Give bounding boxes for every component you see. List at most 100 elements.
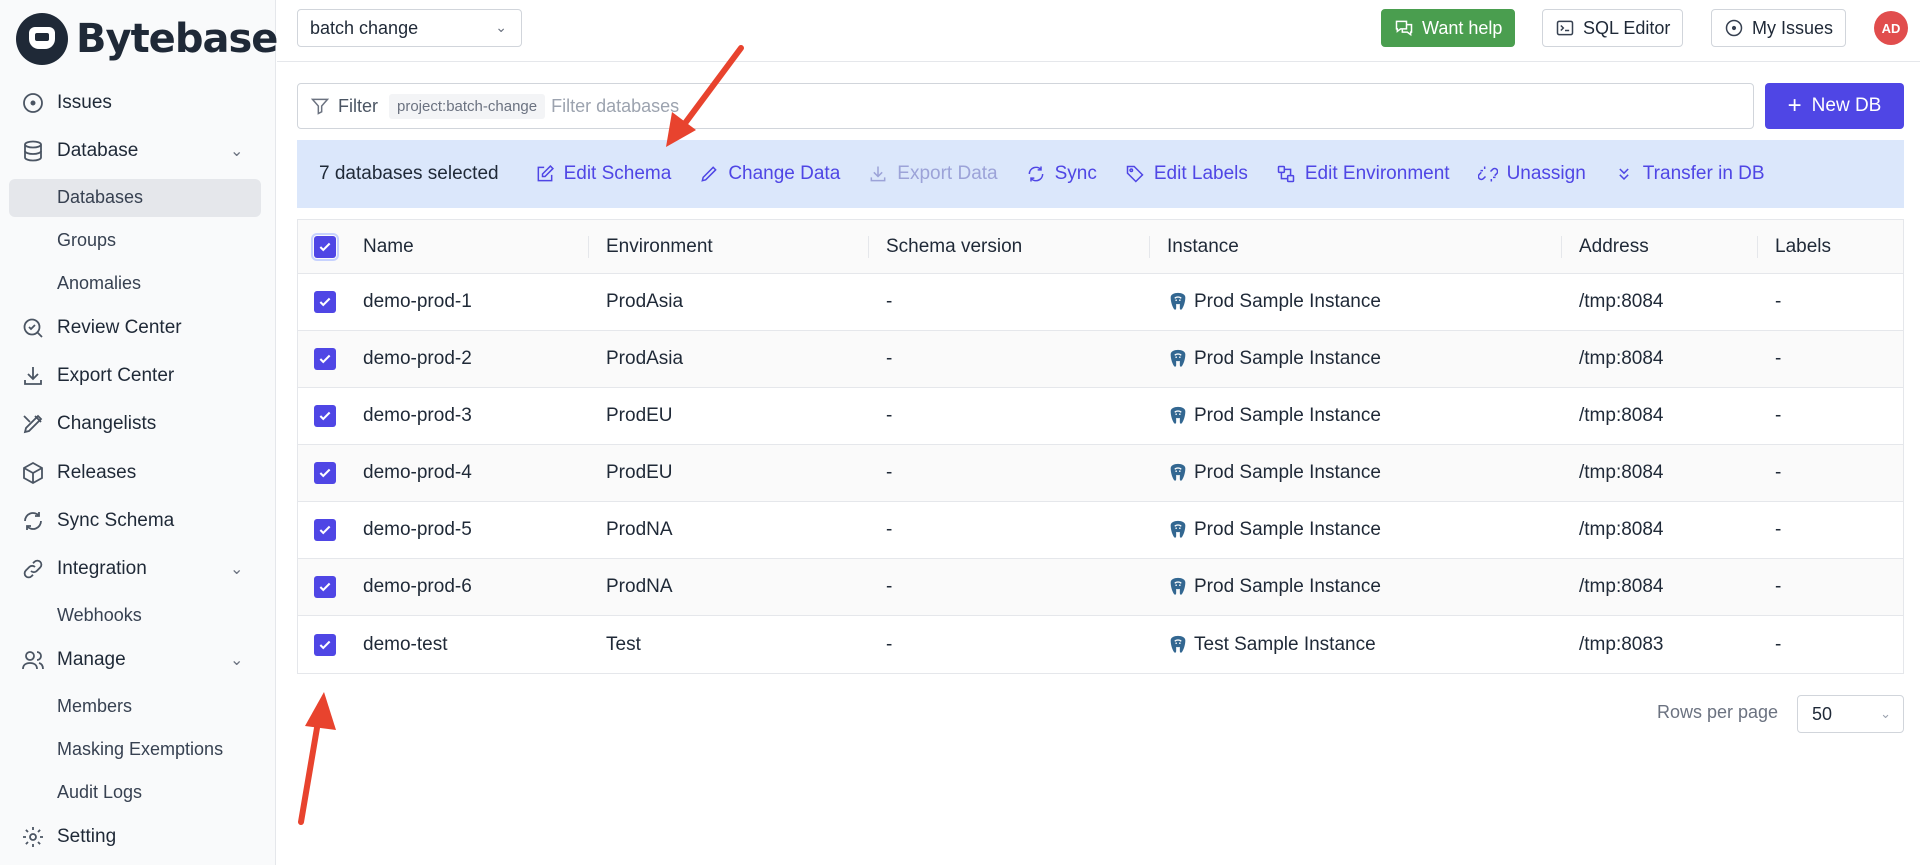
filter-label: Filter	[338, 95, 378, 116]
checkbox[interactable]	[314, 633, 336, 656]
edit-labels-button[interactable]: Edit Labels	[1125, 163, 1248, 185]
cell-address-text: /tmp:8084	[1579, 576, 1664, 597]
sidebar-item-masking-exemptions[interactable]: Masking Exemptions	[57, 735, 223, 763]
chevron-down-icon[interactable]: ⌄	[230, 559, 243, 579]
sidebar-item-sync-schema[interactable]: Sync Schema	[20, 506, 174, 536]
cell-instance[interactable]: Prod Sample Instance	[1167, 445, 1381, 501]
my-issues-button[interactable]: My Issues	[1711, 9, 1847, 47]
cell-name[interactable]: demo-prod-4	[363, 445, 472, 501]
chevron-down-icon[interactable]: ⌄	[230, 141, 243, 161]
sidebar-item-audit-logs[interactable]: Audit Logs	[57, 778, 142, 806]
cell-instance[interactable]: Prod Sample Instance	[1167, 559, 1381, 615]
bytebase-logo[interactable]: Bytebase	[16, 12, 278, 66]
sidebar-item-changelists[interactable]: Changelists	[20, 409, 156, 439]
cell-address: /tmp:8083	[1579, 616, 1664, 673]
unassign-label: Unassign	[1506, 163, 1586, 184]
sync-button[interactable]: Sync	[1026, 163, 1097, 185]
table-row[interactable]: demo-prod-3 ProdEU - Prod Sample Instance/t…	[298, 388, 1903, 445]
table-row[interactable]: demo-prod-2 ProdAsia - Prod Sample Instance…	[298, 331, 1903, 388]
cell-labels-text: -	[1775, 519, 1782, 540]
logo-icon	[16, 13, 68, 65]
column-header-environment[interactable]: Environment	[588, 220, 713, 273]
rows-per-page-select[interactable]: 50 ⌄	[1797, 695, 1904, 733]
row-checkbox[interactable]	[314, 445, 336, 501]
sql-editor-label: SQL Editor	[1583, 17, 1671, 38]
checkbox[interactable]	[314, 348, 336, 370]
sidebar-item-groups[interactable]: Groups	[57, 226, 116, 254]
cell-name[interactable]: demo-prod-1	[363, 274, 472, 330]
column-header-instance[interactable]: Instance	[1149, 220, 1239, 273]
table-row[interactable]: demo-prod-6 ProdNA - Prod Sample Instance/t…	[298, 559, 1903, 616]
unlink-icon	[1477, 164, 1498, 184]
edit-schema-button[interactable]: Edit Schema	[535, 163, 671, 185]
cell-instance[interactable]: Prod Sample Instance	[1167, 388, 1381, 444]
checkbox[interactable]	[314, 519, 336, 541]
cell-instance[interactable]: Prod Sample Instance	[1167, 274, 1381, 330]
chevron-down-icon[interactable]: ⌄	[230, 650, 243, 670]
new-db-button[interactable]: + New DB	[1765, 83, 1904, 129]
sidebar-item-database[interactable]: Database ⌄	[20, 136, 243, 166]
row-checkbox[interactable]	[314, 274, 336, 330]
sidebar-item-issues[interactable]: Issues	[20, 88, 112, 118]
cell-name[interactable]: demo-prod-5	[363, 502, 472, 558]
sql-editor-button[interactable]: SQL Editor	[1542, 9, 1684, 47]
cell-instance[interactable]: Prod Sample Instance	[1167, 502, 1381, 558]
cell-address: /tmp:8084	[1579, 331, 1664, 387]
sidebar-item-setting[interactable]: Setting	[20, 822, 116, 852]
cell-name[interactable]: demo-prod-6	[363, 559, 472, 615]
cell-name[interactable]: demo-test	[363, 616, 447, 673]
table-row[interactable]: demo-test Test - Test Sample Instance/tmp:8…	[298, 616, 1903, 673]
cell-instance[interactable]: Test Sample Instance	[1167, 616, 1376, 673]
sidebar-item-manage[interactable]: Manage ⌄	[20, 645, 243, 675]
change-data-button[interactable]: Change Data	[699, 163, 840, 185]
row-checkbox[interactable]	[314, 502, 336, 558]
cell-labels-text: -	[1775, 462, 1782, 483]
sidebar-item-label: Releases	[57, 462, 137, 483]
want-help-button[interactable]: Want help	[1381, 9, 1516, 47]
filter-tag[interactable]: project:batch-change	[389, 93, 546, 119]
filter-bar[interactable]: Filter project:batch-change	[297, 83, 1754, 129]
checkbox[interactable]	[314, 576, 336, 598]
cell-address-text: /tmp:8084	[1579, 519, 1664, 540]
row-checkbox[interactable]	[314, 388, 336, 444]
table-row[interactable]: demo-prod-1 ProdAsia - Prod Sample Instance…	[298, 274, 1903, 331]
filter-input[interactable]	[551, 95, 1152, 117]
row-checkbox[interactable]	[314, 559, 336, 615]
sidebar-item-integration[interactable]: Integration ⌄	[20, 554, 243, 584]
cell-instance[interactable]: Prod Sample Instance	[1167, 331, 1381, 387]
select-all-checkbox[interactable]	[311, 220, 339, 273]
sidebar-item-members[interactable]: Members	[57, 692, 132, 720]
checkbox[interactable]	[314, 462, 336, 484]
cell-name[interactable]: demo-prod-3	[363, 388, 472, 444]
sidebar-item-review-center[interactable]: Review Center	[20, 313, 182, 343]
unassign-button[interactable]: Unassign	[1477, 163, 1586, 185]
table-row[interactable]: demo-prod-4 ProdEU - Prod Sample Instance/t…	[298, 445, 1903, 502]
column-header-schema-version[interactable]: Schema version	[867, 220, 1022, 273]
sidebar-item-anomalies[interactable]: Anomalies	[57, 269, 141, 297]
row-checkbox[interactable]	[314, 331, 336, 387]
sidebar-item-webhooks[interactable]: Webhooks	[57, 601, 142, 629]
export-data-button[interactable]: Export Data	[868, 163, 998, 185]
sidebar-item-export-center[interactable]: Export Center	[20, 361, 174, 391]
cell-labels-text: -	[1775, 405, 1782, 426]
sidebar-item-releases[interactable]: Releases	[20, 458, 136, 488]
table-row[interactable]: demo-prod-5 ProdNA - Prod Sample Instance/t…	[298, 502, 1903, 559]
column-header-address[interactable]: Address	[1561, 220, 1649, 273]
sidebar-item-databases[interactable]: Databases	[57, 183, 143, 211]
checkbox[interactable]	[311, 232, 339, 261]
checkbox[interactable]	[314, 291, 336, 313]
avatar[interactable]: AD	[1874, 11, 1908, 45]
transfer-in-db-button[interactable]: Transfer in DB	[1614, 163, 1765, 185]
database-icon	[20, 138, 46, 164]
edit-environment-button[interactable]: Edit Environment	[1276, 163, 1450, 185]
cell-name[interactable]: demo-prod-2	[363, 331, 472, 387]
column-header-name[interactable]: Name	[363, 220, 414, 273]
cell-labels-text: -	[1775, 576, 1782, 597]
batch-action-bar: 7 databases selected Edit Schema Change …	[297, 140, 1904, 208]
checkbox[interactable]	[314, 405, 336, 427]
column-header-labels[interactable]: Labels	[1757, 220, 1831, 273]
sidebar-item-label: Export Center	[57, 365, 175, 386]
project-select[interactable]: batch change ⌄	[297, 9, 522, 47]
row-checkbox[interactable]	[314, 616, 336, 673]
cell-environment-text: ProdEU	[606, 405, 673, 426]
